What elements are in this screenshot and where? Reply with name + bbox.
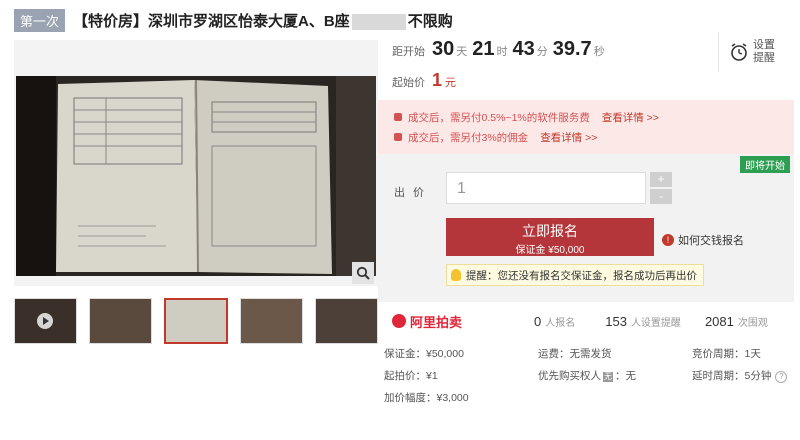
start-price-value: 1 xyxy=(432,70,443,90)
countdown-minutes: 43 xyxy=(512,38,535,60)
fee-text: 成交后，需另付3%的佣金 xyxy=(408,131,529,144)
countdown-hours-unit: 时 xyxy=(496,46,508,58)
priority-value: ：无 xyxy=(615,370,636,382)
document-photo-image xyxy=(16,76,376,276)
signup-count: 0 人报名 xyxy=(534,314,575,329)
magnifier-icon xyxy=(356,266,370,280)
delay-info: 延时周期：5分钟? xyxy=(692,368,788,383)
info-icon: ! xyxy=(662,234,674,246)
image-gallery xyxy=(14,40,378,286)
page-title-main: 【特价房】深圳市罗湖区怡泰大厦A、B座 xyxy=(73,12,350,30)
brand-logo: 阿里拍卖 xyxy=(392,312,512,331)
page-title: 【特价房】深圳市罗湖区怡泰大厦A、B座 不限购 xyxy=(73,10,453,31)
redacted-blur xyxy=(351,13,406,30)
fee-details-link[interactable]: 查看详情 >> xyxy=(602,110,659,125)
delay-value: 延时周期：5分钟 xyxy=(692,370,772,382)
view-count: 2081 次围观 xyxy=(705,314,768,329)
help-icon[interactable]: ? xyxy=(775,371,788,383)
thumbnail-video[interactable] xyxy=(14,298,78,344)
countdown: 距开始 30 天 21 时 43 分 39.7 秒 xyxy=(392,38,610,68)
thumbnail[interactable] xyxy=(314,298,378,344)
fee-text: 成交后，需另付0.5%~1%的软件服务费 xyxy=(408,111,590,124)
priority-badge: 无 xyxy=(603,372,613,382)
bid-label: 出价 xyxy=(394,187,432,199)
priority-info: 优先购买权人无：无 xyxy=(538,368,636,383)
how-to-pay-label: 如何交钱报名 xyxy=(678,235,744,247)
decrease-bid-button[interactable]: - xyxy=(650,189,672,204)
signup-deposit: 保证金 ¥50,000 xyxy=(515,245,585,256)
deposit-info: 保证金：¥50,000 xyxy=(384,348,464,360)
thumbnail[interactable] xyxy=(89,298,153,344)
fee-line: 成交后，需另付3%的佣金 查看详情 >> xyxy=(394,128,597,146)
fee-notice: 成交后，需另付0.5%~1%的软件服务费 查看详情 >> 成交后，需另付3%的佣… xyxy=(378,100,794,154)
status-badge: 即将开始 xyxy=(740,156,790,173)
shipping-info: 运费：无需发货 xyxy=(538,348,612,360)
countdown-seconds: 39.7 xyxy=(552,38,592,60)
signup-button[interactable]: 立即报名 保证金 ¥50,000 xyxy=(446,218,654,256)
signup-button-label: 立即报名 xyxy=(522,223,578,239)
bid-amount-input[interactable]: 1 xyxy=(446,172,646,204)
how-to-pay-link[interactable]: ! 如何交钱报名 xyxy=(662,232,744,248)
set-reminder-button[interactable]: 设置提醒 xyxy=(718,32,789,72)
stats-row: 阿里拍卖 0 人报名 153 人设置提醒 2081 次围观 xyxy=(378,306,794,336)
priority-label: 优先购买权人 xyxy=(538,370,601,382)
signup-tip: 提醒：您还没有报名交保证金，报名成功后再出价 xyxy=(446,264,704,286)
fee-details-link[interactable]: 查看详情 >> xyxy=(540,130,597,145)
start-price-unit: 元 xyxy=(445,77,457,89)
thumbnail-strip xyxy=(14,298,378,346)
countdown-hours: 21 xyxy=(472,38,495,60)
lock-icon xyxy=(394,133,402,141)
start-price-info: 起拍价：¥1 xyxy=(384,370,438,382)
alarm-clock-icon xyxy=(731,43,747,61)
signup-count-value: 0 xyxy=(534,313,542,329)
signup-tip-text: 提醒：您还没有报名交保证金，报名成功后再出价 xyxy=(466,269,697,282)
fee-line: 成交后，需另付0.5%~1%的软件服务费 查看详情 >> xyxy=(394,108,659,126)
zoom-button[interactable] xyxy=(352,262,374,284)
brand-name: 阿里拍卖 xyxy=(410,314,463,330)
view-count-label: 次围观 xyxy=(737,317,768,329)
lightbulb-icon xyxy=(451,269,461,281)
reminder-count-value: 153 xyxy=(605,313,627,329)
signup-count-label: 人报名 xyxy=(545,317,576,329)
start-price-label: 起始价 xyxy=(392,77,425,89)
increase-bid-button[interactable]: + xyxy=(650,172,672,187)
lock-icon xyxy=(394,113,402,121)
cycle-info: 竞价周期：1天 xyxy=(692,348,761,360)
play-icon xyxy=(37,313,53,329)
countdown-seconds-unit: 秒 xyxy=(593,46,605,58)
countdown-label: 距开始 xyxy=(392,46,425,58)
increment-info: 加价幅度：¥3,000 xyxy=(384,392,469,404)
title-row: 第一次 【特价房】深圳市罗湖区怡泰大厦A、B座 不限购 xyxy=(14,8,453,32)
reminder-count: 153 人设置提醒 xyxy=(605,314,681,329)
start-price-row: 起始价 1 元 xyxy=(392,70,456,96)
view-count-value: 2081 xyxy=(704,313,734,329)
main-photo[interactable] xyxy=(16,76,376,276)
reminder-count-label: 人设置提醒 xyxy=(630,317,681,329)
bid-area: 即将开始 出价 1 + - 立即报名 保证金 ¥50,000 ! 如何交钱报名 … xyxy=(378,154,794,302)
thumbnail[interactable] xyxy=(239,298,303,344)
countdown-days-unit: 天 xyxy=(456,46,468,58)
countdown-minutes-unit: 分 xyxy=(536,46,548,58)
countdown-days: 30 xyxy=(432,38,455,60)
thumbnail-active[interactable] xyxy=(164,298,228,344)
reminder-label: 设置提醒 xyxy=(753,39,775,64)
round-badge: 第一次 xyxy=(14,8,66,32)
page-title-suffix: 不限购 xyxy=(407,12,453,30)
ali-auction-icon xyxy=(392,314,406,328)
